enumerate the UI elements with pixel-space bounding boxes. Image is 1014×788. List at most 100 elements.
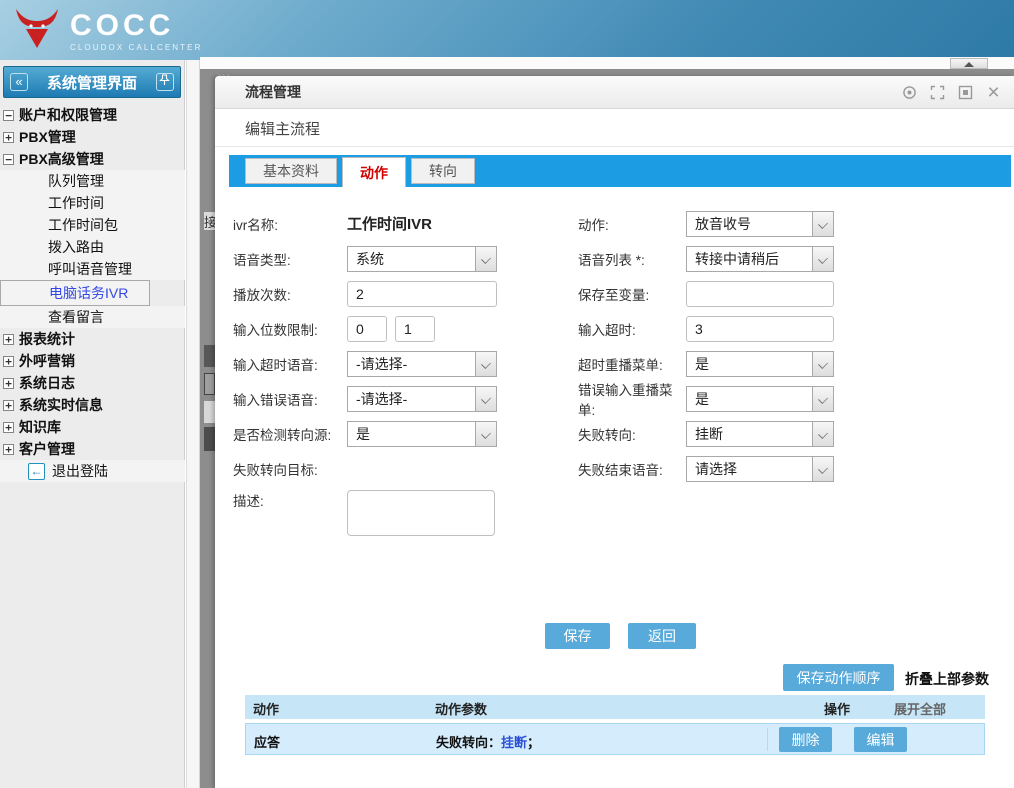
divider (767, 728, 768, 751)
sidebar-item-call-voice-mgmt[interactable]: 呼叫语音管理 (0, 258, 185, 280)
tab-redirect[interactable]: 转向 (411, 158, 475, 184)
fail-end-voice-select[interactable]: 请选择 (686, 456, 834, 482)
tree-plus-icon[interactable]: + (3, 378, 14, 389)
fail-redirect-select[interactable]: 挂断 (686, 421, 834, 447)
process-management-window: 流程管理 × 编辑主流程 基本资料 动作 转向 ivr名称: 工作时间IVR 动… (215, 76, 1014, 788)
tab-action[interactable]: 动作 (342, 157, 406, 187)
tree-minus-icon[interactable]: − (3, 154, 14, 165)
scrollbar-up-button[interactable] (950, 58, 988, 69)
description-textarea[interactable] (347, 490, 495, 536)
voice-type-select[interactable]: 系统 (347, 246, 497, 272)
logo-wordmark: COCC (70, 11, 203, 41)
fail-end-voice-label: 失败结束语音: (578, 459, 686, 479)
sidebar-title: 系统管理界面 (47, 72, 137, 93)
tree-plus-icon[interactable]: + (3, 334, 14, 345)
divider (215, 146, 1014, 147)
sidebar-item-reports[interactable]: +报表统计 (0, 328, 185, 350)
tab-basic-info[interactable]: 基本资料 (245, 158, 337, 184)
sidebar-item-pbx-advanced[interactable]: −PBX高级管理 (0, 148, 185, 170)
collapse-upper-params-link[interactable]: 折叠上部参数 (905, 669, 989, 689)
row-action-cell: 应答 (254, 732, 280, 751)
digits-max-input[interactable] (395, 316, 435, 342)
sidebar-item-system-logs[interactable]: +系统日志 (0, 372, 185, 394)
error-replay-label: 错误输入重播菜单: (578, 379, 686, 419)
background-page-strip (200, 57, 1014, 69)
window-titlebar[interactable]: 流程管理 × (215, 76, 1014, 109)
input-timeout-input[interactable] (686, 316, 834, 342)
tab-bar: 基本资料 动作 转向 (229, 155, 1011, 187)
error-replay-select[interactable]: 是 (686, 386, 834, 412)
logout-icon: ← (28, 463, 45, 480)
sidebar: « 系统管理界面 −账户和权限管理 +PBX管理 −PBX高级管理 队列管理 工… (0, 60, 185, 788)
row-params-cell: 失败转向：挂断； (436, 732, 540, 751)
timeout-replay-select[interactable]: 是 (686, 351, 834, 377)
sidebar-item-inbound-route[interactable]: 拨入路由 (0, 236, 185, 258)
tree-plus-icon[interactable]: + (3, 400, 14, 411)
page-title: 编辑主流程 (245, 118, 320, 139)
digits-min-input[interactable] (347, 316, 387, 342)
chevron-down-icon (812, 422, 833, 446)
sidebar-item-realtime-info[interactable]: +系统实时信息 (0, 394, 185, 416)
sidebar-item-view-messages[interactable]: 查看留言 (0, 306, 185, 328)
voice-list-select[interactable]: 转接中请稍后 (686, 246, 834, 272)
voice-list-label: 语音列表 *: (578, 249, 686, 269)
save-var-label: 保存至变量: (578, 284, 686, 304)
table-header-row: 动作 动作参数 操作 展开全部 (245, 695, 985, 719)
sidebar-item-queue-mgmt[interactable]: 队列管理 (0, 170, 185, 192)
edit-button[interactable]: 编辑 (854, 727, 907, 752)
maximize-icon[interactable] (929, 84, 946, 101)
chevron-down-icon (812, 387, 833, 411)
play-times-input[interactable] (347, 281, 497, 307)
app-logo: COCC CLOUDOX CALLCENTER (14, 8, 203, 55)
close-icon[interactable]: × (985, 84, 1002, 101)
refresh-icon[interactable] (901, 84, 918, 101)
sidebar-item-work-time-package[interactable]: 工作时间包 (0, 214, 185, 236)
sidebar-collapse-icon[interactable]: « (10, 73, 28, 91)
tree-plus-icon[interactable]: + (3, 132, 14, 143)
col-header-operations: 操作 (824, 699, 850, 718)
save-button[interactable]: 保存 (545, 623, 610, 649)
background-text-fragment: 接 (204, 212, 215, 230)
tree-plus-icon[interactable]: + (3, 444, 14, 455)
tree-plus-icon[interactable]: + (3, 356, 14, 367)
background-fragment (204, 373, 215, 395)
timeout-voice-label: 输入超时语音: (233, 354, 347, 374)
pin-icon[interactable] (156, 73, 174, 91)
chevron-down-icon (812, 457, 833, 481)
detect-source-select[interactable]: 是 (347, 421, 497, 447)
background-fragment (204, 345, 215, 367)
fail-target-label: 失败转向目标: (233, 459, 347, 479)
sidebar-item-customer-mgmt[interactable]: +客户管理 (0, 438, 185, 460)
action-label: 动作: (578, 214, 686, 234)
sidebar-header: « 系统管理界面 (3, 66, 181, 98)
sidebar-item-ivr[interactable]: 电脑话务IVR (0, 280, 150, 306)
save-var-input[interactable] (686, 281, 834, 307)
action-select[interactable]: 放音收号 (686, 211, 834, 237)
input-timeout-label: 输入超时: (578, 319, 686, 339)
sidebar-item-accounts[interactable]: −账户和权限管理 (0, 104, 185, 126)
sidebar-item-knowledge-base[interactable]: +知识库 (0, 416, 185, 438)
sidebar-item-outbound-marketing[interactable]: +外呼营销 (0, 350, 185, 372)
sidebar-splitter[interactable] (186, 60, 200, 788)
ivr-name-label: ivr名称: (233, 214, 347, 234)
chevron-down-icon (812, 352, 833, 376)
sidebar-item-logout[interactable]: ←退出登陆 (0, 460, 185, 482)
timeout-voice-select[interactable]: -请选择- (347, 351, 497, 377)
tree-minus-icon[interactable]: − (3, 110, 14, 121)
chevron-down-icon (475, 247, 496, 271)
chevron-down-icon (475, 387, 496, 411)
restore-icon[interactable] (957, 84, 974, 101)
save-action-order-button[interactable]: 保存动作顺序 (783, 664, 894, 691)
ivr-name-value: 工作时间IVR (347, 213, 578, 234)
app-header: COCC CLOUDOX CALLCENTER (0, 0, 1014, 60)
expand-all-link[interactable]: 展开全部 (894, 699, 946, 718)
sidebar-item-work-time[interactable]: 工作时间 (0, 192, 185, 214)
chevron-down-icon (475, 422, 496, 446)
delete-button[interactable]: 删除 (779, 727, 832, 752)
voice-type-label: 语音类型: (233, 249, 347, 269)
tree-plus-icon[interactable]: + (3, 422, 14, 433)
back-button[interactable]: 返回 (628, 623, 696, 649)
hangup-link[interactable]: 挂断 (501, 735, 527, 750)
sidebar-item-pbx[interactable]: +PBX管理 (0, 126, 185, 148)
error-voice-select[interactable]: -请选择- (347, 386, 497, 412)
